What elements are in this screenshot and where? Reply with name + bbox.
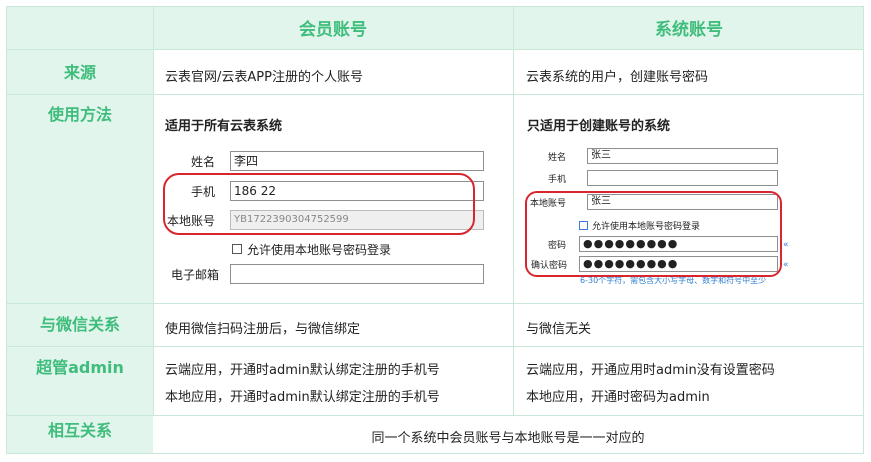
- admin-member-cloud-text: 云端应用，开通时admin默认绑定注册的手机号: [165, 363, 440, 378]
- member-allow-local-login-checkbox[interactable]: [232, 244, 242, 254]
- wechat-member-text: 使用微信扫码注册后，与微信绑定: [165, 322, 361, 337]
- row-label-wechat: 与微信关系: [7, 311, 153, 335]
- admin-system-cloud-text: 云端应用，开通应用时admin没有设置密码: [526, 363, 775, 378]
- relation-text: 同一个系统中会员账号与本地账号是一一对应的: [371, 431, 645, 446]
- source-member-text: 云表官网/云表APP注册的个人账号: [165, 70, 363, 85]
- row-label-relation: 相互关系: [7, 417, 153, 441]
- member-email-field[interactable]: [230, 264, 484, 284]
- header-system-account: 系统账号: [655, 20, 723, 40]
- member-name-field[interactable]: 李四: [230, 151, 484, 171]
- admin-member-local-text: 本地应用，开通时admin默认绑定注册的手机号: [165, 390, 440, 405]
- member-highlight-box: [163, 173, 475, 235]
- wechat-system-text: 与微信无关: [526, 322, 592, 337]
- member-allow-local-login-label: 允许使用本地账号密码登录: [247, 243, 392, 257]
- system-name-label: 姓名: [548, 153, 567, 163]
- system-phone-label: 手机: [548, 175, 567, 185]
- row-label-usage: 使用方法: [7, 101, 153, 125]
- password-toggle-icon[interactable]: «: [783, 240, 789, 250]
- system-phone-field[interactable]: [587, 170, 778, 186]
- header-member-account: 会员账号: [299, 20, 367, 40]
- member-usage-title: 适用于所有云表系统: [165, 119, 283, 134]
- member-email-label: 电子邮箱: [171, 268, 220, 282]
- admin-system-local-text: 本地应用，开通时密码为admin: [526, 390, 710, 405]
- comparison-table: 会员账号 系统账号 来源 使用方法 与微信关系 超管admin 相互关系 云表官…: [6, 6, 864, 454]
- row-label-source: 来源: [7, 59, 153, 83]
- row-label-admin: 超管admin: [7, 354, 153, 378]
- system-highlight-box: [525, 191, 782, 277]
- member-name-label: 姓名: [191, 155, 216, 169]
- system-usage-title: 只适用于创建账号的系统: [527, 119, 671, 134]
- confirm-password-toggle-icon[interactable]: «: [783, 260, 789, 270]
- source-system-text: 云表系统的用户，创建账号密码: [526, 70, 709, 85]
- system-name-field[interactable]: 张三: [587, 148, 778, 164]
